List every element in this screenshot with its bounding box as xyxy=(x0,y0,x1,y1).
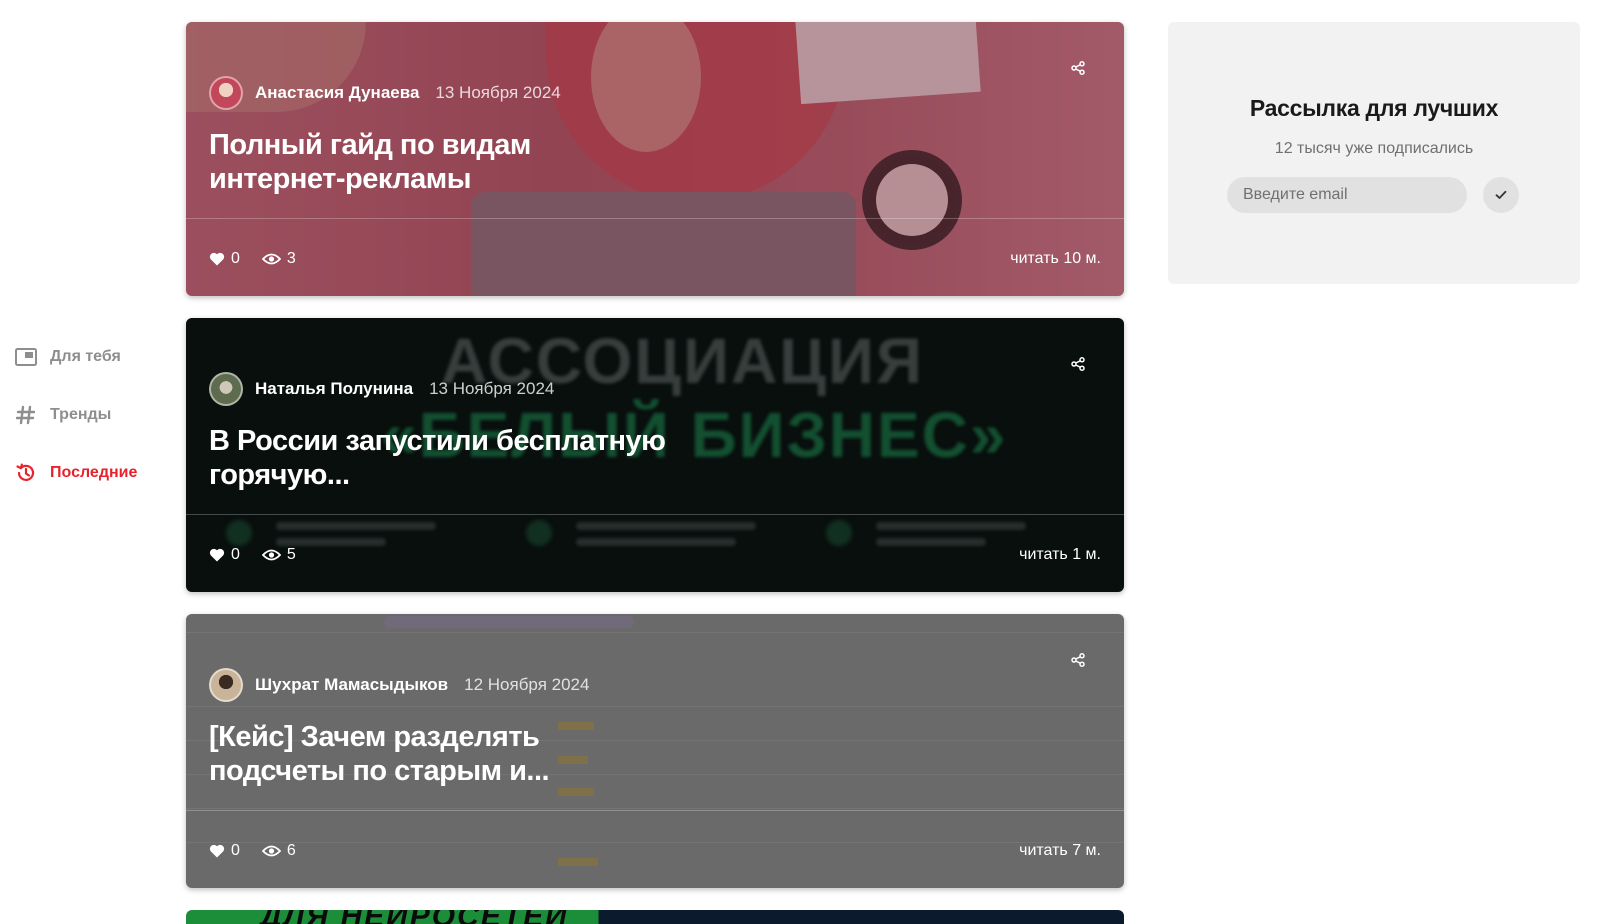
article-title[interactable]: Полный гайд по видам интернет-рекламы xyxy=(209,128,669,196)
checkmark-icon xyxy=(1495,190,1507,199)
avatar[interactable] xyxy=(209,372,243,406)
author-name[interactable]: Анастасия Дунаева xyxy=(255,83,419,103)
cover-text: ДЛЯ НЕЙРОСЕТЕЙ xyxy=(260,910,569,924)
article-stats: 0 3 xyxy=(209,250,318,268)
avatar[interactable] xyxy=(209,76,243,110)
article-stats: 0 6 xyxy=(209,842,318,860)
article-title[interactable]: В России запустили бесплатную горячую... xyxy=(209,424,669,492)
article-title[interactable]: [Кейс] Зачем разделять подсчеты по стары… xyxy=(209,720,669,788)
nav-item-label: Тренды xyxy=(50,406,112,423)
subscriber-count: 12 тысяч уже подписались xyxy=(1274,140,1474,157)
nav-item-trends[interactable]: Тренды xyxy=(14,386,164,444)
divider xyxy=(186,218,1124,219)
picture-in-picture-icon xyxy=(14,345,38,369)
likes[interactable]: 0 xyxy=(209,250,240,268)
article-card[interactable]: ДЛЯ НЕЙРОСЕТЕЙ xyxy=(186,910,1124,924)
article-meta: Шухрат Мамасыдыков 12 Ноября 2024 xyxy=(209,668,589,702)
publish-date: 12 Ноября 2024 xyxy=(464,675,590,694)
newsletter-title: Рассылка для лучших xyxy=(1249,95,1499,121)
likes[interactable]: 0 xyxy=(209,546,240,564)
divider xyxy=(186,810,1124,811)
eye-icon xyxy=(261,845,281,857)
likes[interactable]: 0 xyxy=(209,842,240,860)
views-count: 6 xyxy=(286,842,296,859)
read-time: читать 7 м. xyxy=(1019,842,1101,859)
history-icon xyxy=(14,461,38,485)
nav-item-latest[interactable]: Последние xyxy=(14,444,164,502)
read-time: читать 10 м. xyxy=(1010,250,1101,267)
article-meta: Наталья Полунина 13 Ноября 2024 xyxy=(209,372,554,406)
views: 6 xyxy=(261,842,296,860)
likes-count: 0 xyxy=(231,546,240,563)
article-meta: Анастасия Дунаева 13 Ноября 2024 xyxy=(209,76,561,110)
views-count: 3 xyxy=(286,250,296,267)
author-name[interactable]: Наталья Полунина xyxy=(255,379,413,399)
subscribe-button[interactable] xyxy=(1483,177,1519,213)
sidebar-nav: Для тебя Тренды Последние xyxy=(14,328,164,502)
views: 3 xyxy=(261,250,296,268)
publish-date: 13 Ноября 2024 xyxy=(435,83,561,102)
article-card[interactable]: Анастасия Дунаева 13 Ноября 2024 Полный … xyxy=(186,22,1124,296)
share-icon[interactable] xyxy=(1068,650,1088,670)
divider xyxy=(186,514,1124,515)
article-stats: 0 5 xyxy=(209,546,318,564)
views-count: 5 xyxy=(286,546,296,563)
heart-icon xyxy=(209,548,225,562)
publish-date: 13 Ноября 2024 xyxy=(429,379,555,398)
article-card[interactable]: АССОЦИАЦИЯ «БЕЛЫЙ БИЗНЕС» Наталья Полуни… xyxy=(186,318,1124,592)
read-time: читать 1 м. xyxy=(1019,546,1101,563)
nav-item-label: Последние xyxy=(50,464,138,481)
eye-icon xyxy=(261,253,281,265)
article-feed: Анастасия Дунаева 13 Ноября 2024 Полный … xyxy=(186,22,1124,924)
heart-icon xyxy=(209,252,225,266)
email-field[interactable] xyxy=(1227,177,1467,213)
share-icon[interactable] xyxy=(1068,354,1088,374)
author-name[interactable]: Шухрат Мамасыдыков xyxy=(255,675,448,695)
hashtag-icon xyxy=(14,403,38,427)
share-icon[interactable] xyxy=(1068,58,1088,78)
eye-icon xyxy=(261,549,281,561)
likes-count: 0 xyxy=(231,842,240,859)
heart-icon xyxy=(209,844,225,858)
nav-item-label: Для тебя xyxy=(50,348,121,365)
views: 5 xyxy=(261,546,296,564)
likes-count: 0 xyxy=(231,250,240,267)
newsletter-widget: Рассылка для лучших 12 тысяч уже подписа… xyxy=(1168,22,1580,284)
nav-item-for-you[interactable]: Для тебя xyxy=(14,328,164,386)
article-card[interactable]: Шухрат Мамасыдыков 12 Ноября 2024 [Кейс]… xyxy=(186,614,1124,888)
avatar[interactable] xyxy=(209,668,243,702)
